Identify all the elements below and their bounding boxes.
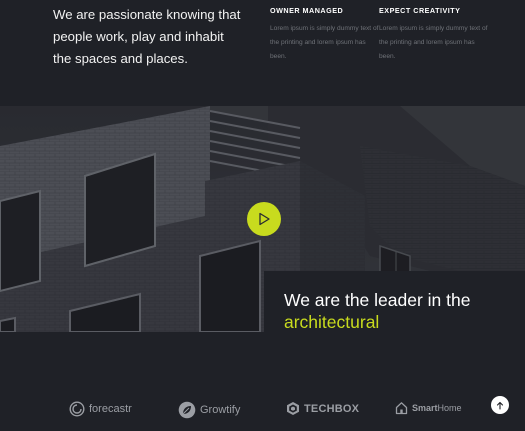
- feature-expect-creativity: EXPECT CREATIVITY Lorem ipsum is simply …: [379, 6, 489, 64]
- client-logo-growtify[interactable]: Growtify: [178, 401, 240, 419]
- play-icon: [259, 212, 270, 226]
- client-logos: forecastr Growtify TECHBOX SmartHome: [0, 332, 525, 431]
- client-logo-forecastr[interactable]: forecastr: [69, 401, 132, 417]
- client-logo-techbox[interactable]: TECHBOX: [286, 401, 359, 416]
- feature-title: EXPECT CREATIVITY: [379, 6, 461, 15]
- hexagon-box-icon: [287, 402, 299, 415]
- feature-text: Lorem ipsum is simply dummy text of the …: [270, 25, 379, 60]
- intro-tagline: We are passionate knowing that people wo…: [53, 7, 241, 66]
- leader-box: We are the leader in the architectural: [264, 271, 525, 335]
- client-name: Growtify: [200, 404, 241, 416]
- forecastr-logo-icon: [69, 401, 85, 417]
- leader-heading: We are the leader in the: [284, 290, 471, 310]
- scroll-to-top-button[interactable]: [491, 396, 509, 414]
- leaf-icon: [178, 401, 196, 419]
- client-logo-smarthome[interactable]: SmartHome: [395, 401, 462, 415]
- feature-text: Lorem ipsum is simply dummy text of the …: [379, 25, 488, 60]
- client-name: forecastr: [89, 403, 132, 415]
- arrow-up-icon: [496, 401, 504, 410]
- feature-title: OWNER MANAGED: [270, 6, 344, 15]
- client-name: SmartHome: [412, 403, 462, 413]
- video-play-button[interactable]: [247, 202, 281, 236]
- intro-section: We are passionate knowing that people wo…: [0, 0, 525, 106]
- house-icon: [395, 402, 408, 415]
- client-name: TECHBOX: [304, 402, 360, 415]
- feature-owner-managed: OWNER MANAGED Lorem ipsum is simply dumm…: [270, 6, 380, 64]
